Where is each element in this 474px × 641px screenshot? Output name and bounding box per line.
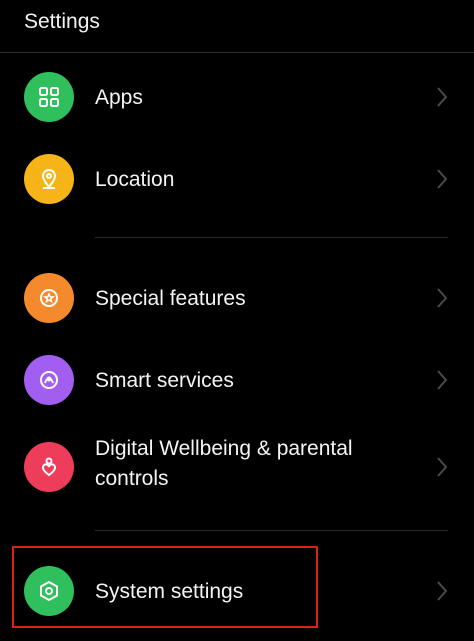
settings-item-label: Digital Wellbeing & parental controls bbox=[95, 434, 415, 494]
page-title: Settings bbox=[24, 10, 100, 33]
settings-item-digital-wellbeing[interactable]: Digital Wellbeing & parental controls bbox=[0, 437, 474, 494]
location-pin-icon bbox=[24, 154, 74, 204]
settings-item-location[interactable]: Location bbox=[0, 154, 474, 206]
chevron-right-icon bbox=[436, 456, 448, 478]
heart-person-icon bbox=[24, 442, 74, 492]
settings-item-label-line-2: controls bbox=[95, 467, 169, 490]
settings-header: Settings bbox=[0, 0, 474, 53]
settings-item-label-line-1: Digital Wellbeing & parental bbox=[95, 437, 353, 460]
settings-item-label: Location bbox=[95, 168, 175, 191]
grid-icon bbox=[24, 72, 74, 122]
chevron-right-icon bbox=[436, 168, 448, 190]
section-divider bbox=[95, 237, 448, 238]
settings-item-label: Smart services bbox=[95, 369, 234, 392]
settings-item-special-features[interactable]: Special features bbox=[0, 273, 474, 325]
chevron-right-icon bbox=[436, 369, 448, 391]
star-icon bbox=[24, 273, 74, 323]
settings-item-smart-services[interactable]: Smart services bbox=[0, 355, 474, 407]
chevron-right-icon bbox=[436, 86, 448, 108]
section-divider bbox=[95, 530, 448, 531]
settings-item-label: Special features bbox=[95, 287, 246, 310]
chevron-right-icon bbox=[436, 287, 448, 309]
smart-services-icon bbox=[24, 355, 74, 405]
settings-item-label: Apps bbox=[95, 86, 143, 109]
settings-item-apps[interactable]: Apps bbox=[0, 72, 474, 124]
highlight-annotation-box bbox=[12, 546, 318, 628]
chevron-right-icon bbox=[436, 580, 448, 602]
